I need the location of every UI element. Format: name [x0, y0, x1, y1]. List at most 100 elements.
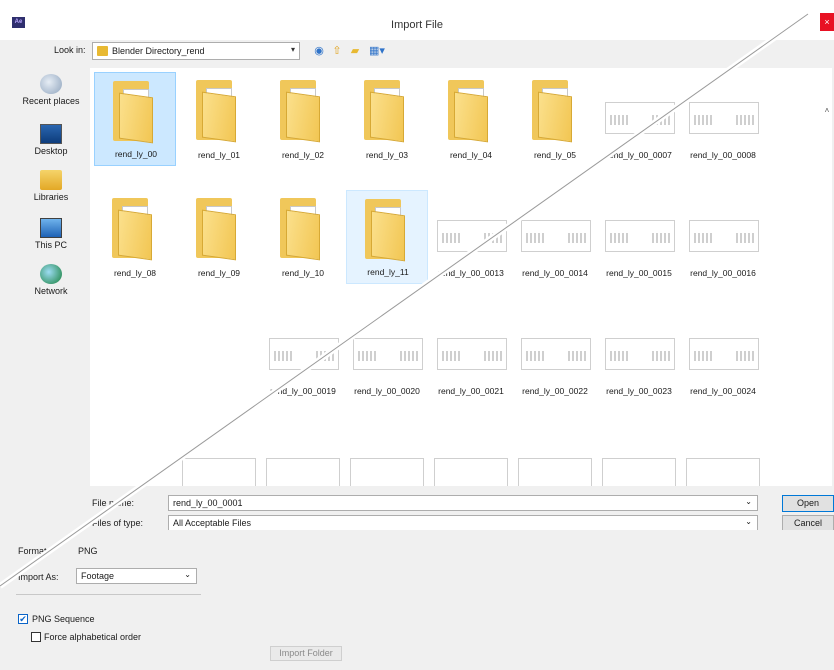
- place-network[interactable]: Network: [12, 264, 90, 296]
- place-recent[interactable]: Recent places: [12, 74, 90, 106]
- this-pc-icon: [40, 218, 62, 238]
- image-thumbnail-icon: [689, 220, 759, 252]
- file-name: rend_ly_00_0013: [438, 268, 504, 278]
- folder-item[interactable]: rend_ly_08: [94, 190, 176, 284]
- file-name: rend_ly_00_0014: [522, 268, 588, 278]
- recent-places-icon: [40, 74, 62, 94]
- image-file-item[interactable]: rend_ly_00_0008: [682, 72, 764, 166]
- folder-icon: [365, 199, 411, 262]
- image-file-item[interactable]: rend_ly_00_0020: [346, 308, 428, 402]
- chevron-down-icon: ⌄: [745, 517, 752, 526]
- image-thumbnail-icon[interactable]: [686, 458, 760, 486]
- look-in-label: Look in:: [54, 45, 86, 55]
- force-alphabetical-checkbox[interactable]: [31, 632, 41, 642]
- look-in-value: Blender Directory_rend: [112, 46, 205, 56]
- file-type-label: Files of type:: [92, 518, 144, 528]
- folder-item[interactable]: rend_ly_01: [178, 72, 260, 166]
- file-name: rend_ly_03: [365, 150, 409, 160]
- place-this-pc[interactable]: This PC: [12, 218, 90, 250]
- image-file-item[interactable]: rend_ly_00_0024: [682, 308, 764, 402]
- title-bar: Ae Import File ×: [0, 0, 834, 40]
- file-name: rend_ly_00_0022: [522, 386, 588, 396]
- image-thumbnail-icon: [521, 338, 591, 370]
- file-name: rend_ly_01: [197, 150, 241, 160]
- import-as-label: Import As:: [18, 572, 59, 582]
- folder-item[interactable]: rend_ly_10: [262, 190, 344, 284]
- image-thumbnail-icon[interactable]: [350, 458, 424, 486]
- network-icon: [40, 264, 62, 284]
- up-folder-icon[interactable]: ⇧: [330, 44, 344, 58]
- image-thumbnail-icon[interactable]: [602, 458, 676, 486]
- chevron-down-icon[interactable]: ⌄: [745, 497, 752, 506]
- image-thumbnail-icon: [605, 338, 675, 370]
- folder-item[interactable]: rend_ly_02: [262, 72, 344, 166]
- image-thumbnail-icon: [605, 102, 675, 134]
- file-name: rend_ly_00_0021: [438, 386, 504, 396]
- folder-icon: [364, 80, 410, 143]
- file-name-value: rend_ly_00_0001: [173, 498, 243, 508]
- view-menu-icon[interactable]: ▦▾: [366, 44, 388, 58]
- scroll-up-icon[interactable]: ˄: [822, 106, 832, 115]
- place-label: Network: [34, 286, 68, 296]
- png-sequence-checkbox[interactable]: ✔: [18, 614, 28, 624]
- file-type-value: All Acceptable Files: [173, 518, 252, 528]
- folder-item[interactable]: rend_ly_09: [178, 190, 260, 284]
- format-label: Format:: [18, 546, 50, 556]
- image-thumbnail-icon[interactable]: [266, 458, 340, 486]
- folder-item[interactable]: rend_ly_04: [430, 72, 512, 166]
- folder-icon: [532, 80, 578, 143]
- place-label: Desktop: [34, 146, 68, 156]
- folder-icon: [280, 198, 326, 261]
- image-file-item[interactable]: rend_ly_00_0007: [598, 72, 680, 166]
- image-thumbnail-icon: [353, 338, 423, 370]
- file-list[interactable]: ˄ ˅ rend_ly_00rend_ly_01rend_ly_02rend_l…: [90, 68, 832, 486]
- file-name: rend_ly_00_0008: [690, 150, 756, 160]
- import-options: Format: PNG Import As: Footage ⌄ ✔ PNG S…: [0, 530, 834, 670]
- format-value: PNG: [78, 546, 98, 556]
- image-thumbnail-icon[interactable]: [518, 458, 592, 486]
- image-file-item[interactable]: rend_ly_00_0013: [430, 190, 512, 284]
- close-button[interactable]: ×: [820, 13, 834, 31]
- new-folder-icon[interactable]: ▰: [348, 44, 362, 58]
- image-file-item[interactable]: rend_ly_00_0021: [430, 308, 512, 402]
- place-label: This PC: [34, 240, 67, 250]
- back-arrow-icon[interactable]: ◉: [312, 44, 326, 58]
- file-name-label: File name:: [92, 498, 135, 508]
- image-thumbnail-icon: [605, 220, 675, 252]
- chevron-down-icon: ▾: [290, 45, 295, 54]
- place-label: Libraries: [33, 192, 69, 202]
- file-name: rend_ly_00_0020: [354, 386, 420, 396]
- file-name: rend_ly_00_0019: [270, 386, 336, 396]
- image-file-item[interactable]: rend_ly_00_0019: [262, 308, 344, 402]
- image-file-item[interactable]: rend_ly_00_0016: [682, 190, 764, 284]
- image-thumbnail-icon: [437, 220, 507, 252]
- window-title: Import File: [391, 19, 443, 31]
- places-sidebar: Recent places Desktop Libraries This PC …: [12, 68, 90, 486]
- file-name: rend_ly_00_0007: [606, 150, 672, 160]
- file-type-select[interactable]: All Acceptable Files ⌄: [168, 515, 758, 531]
- folder-icon: [112, 198, 158, 261]
- image-thumbnail-icon[interactable]: [434, 458, 508, 486]
- image-file-item[interactable]: rend_ly_00_0015: [598, 190, 680, 284]
- folder-item[interactable]: rend_ly_03: [346, 72, 428, 166]
- image-file-item[interactable]: rend_ly_00_0023: [598, 308, 680, 402]
- image-thumbnail-icon[interactable]: [182, 458, 256, 486]
- import-as-select[interactable]: Footage ⌄: [76, 568, 197, 584]
- file-name: rend_ly_09: [197, 268, 241, 278]
- folder-item[interactable]: rend_ly_05: [514, 72, 596, 166]
- folder-item[interactable]: rend_ly_00: [94, 72, 176, 166]
- file-name-input[interactable]: rend_ly_00_0001 ⌄: [168, 495, 758, 511]
- look-in-dropdown[interactable]: Blender Directory_rend ▾: [92, 42, 300, 60]
- open-button[interactable]: Open: [782, 495, 834, 512]
- place-desktop[interactable]: Desktop: [12, 124, 90, 156]
- divider: [16, 594, 201, 595]
- image-file-item[interactable]: rend_ly_00_0022: [514, 308, 596, 402]
- folder-icon: [196, 198, 242, 261]
- folder-item[interactable]: rend_ly_11: [346, 190, 428, 284]
- file-name: rend_ly_00_0015: [606, 268, 672, 278]
- import-folder-button[interactable]: Import Folder: [270, 646, 342, 661]
- place-libraries[interactable]: Libraries: [12, 170, 90, 202]
- image-file-item[interactable]: rend_ly_00_0014: [514, 190, 596, 284]
- chevron-down-icon: ⌄: [184, 570, 191, 579]
- image-thumbnail-icon: [521, 220, 591, 252]
